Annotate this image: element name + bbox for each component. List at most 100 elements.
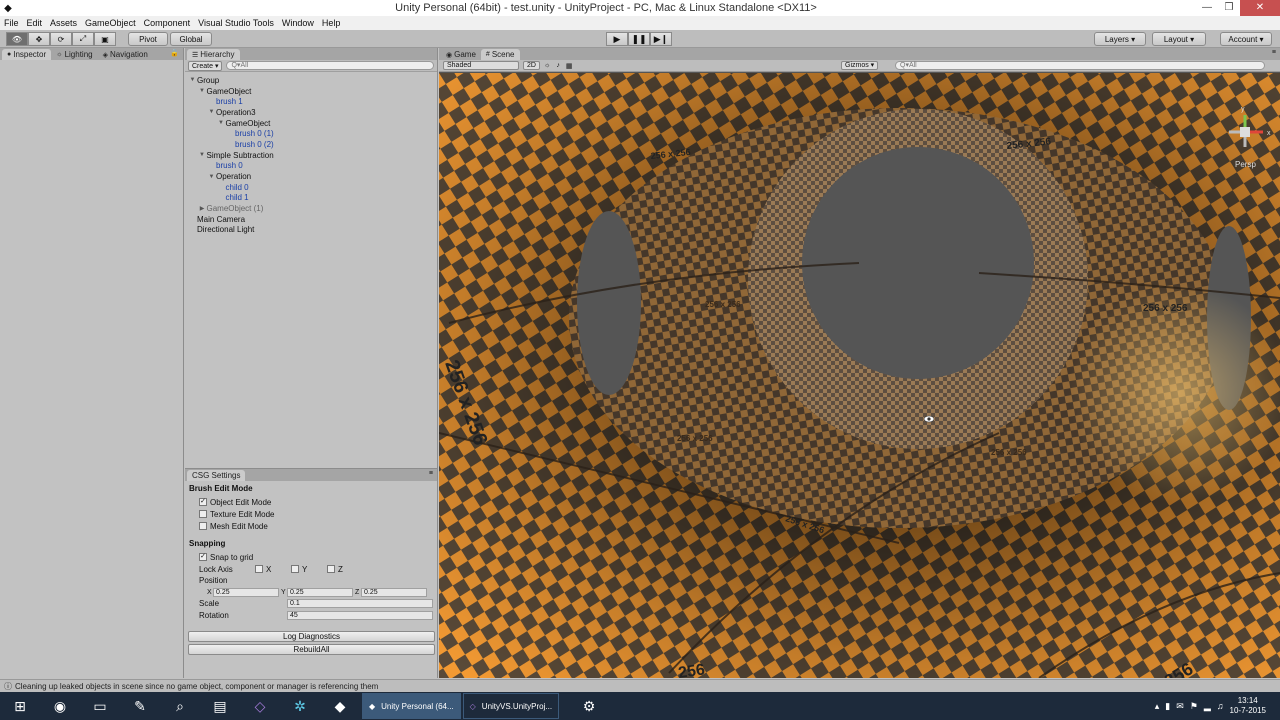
tab-navigation[interactable]: ◈ Navigation: [98, 49, 153, 60]
lighting-toggle-icon[interactable]: ☼: [544, 62, 550, 69]
checkbox-icon[interactable]: [327, 565, 335, 573]
pivot-button[interactable]: Pivot: [128, 32, 168, 46]
utility-app-icon[interactable]: ⚙: [569, 692, 609, 720]
checkbox-checked-icon[interactable]: ✓: [199, 498, 207, 506]
tray-signal-icon[interactable]: ▂: [1204, 701, 1211, 712]
mesh-edit-toggle[interactable]: Mesh Edit Mode: [199, 520, 433, 532]
expand-arrow-icon[interactable]: ▼: [198, 88, 207, 94]
checkbox-icon[interactable]: [199, 522, 207, 530]
layout-dropdown[interactable]: Layout ▾: [1152, 32, 1206, 46]
status-message[interactable]: Cleaning up leaked objects in scene sinc…: [15, 682, 378, 691]
menu-window[interactable]: Window: [282, 18, 314, 28]
hierarchy-item[interactable]: ▼ GameObject: [185, 118, 437, 129]
view-tool-icon[interactable]: 👁: [6, 32, 28, 46]
create-dropdown[interactable]: Create ▾: [188, 60, 223, 71]
play-icon[interactable]: ▶: [606, 32, 628, 46]
global-button[interactable]: Global: [170, 32, 212, 46]
checkbox-icon[interactable]: [291, 565, 299, 573]
scene-search-input[interactable]: Q▾All: [895, 61, 1265, 70]
position-y-field[interactable]: 0.25: [287, 587, 353, 597]
editor-icon[interactable]: ✎: [120, 692, 160, 720]
pause-icon[interactable]: ❚❚: [628, 32, 650, 46]
scale-tool-icon[interactable]: ⤢: [72, 32, 94, 46]
hierarchy-item[interactable]: brush 1: [185, 96, 437, 107]
hierarchy-item[interactable]: ▶ GameObject (1): [185, 203, 437, 214]
expand-arrow-icon[interactable]: ▼: [207, 109, 216, 115]
unity-icon[interactable]: ◆: [320, 692, 360, 720]
lock-z-toggle[interactable]: Z: [327, 565, 363, 574]
start-button-icon[interactable]: ⊞: [0, 692, 40, 720]
rotate-tool-icon[interactable]: ⟳: [50, 32, 72, 46]
maximize-button[interactable]: ❒: [1218, 0, 1240, 16]
menu-vs-tools[interactable]: Visual Studio Tools: [198, 18, 274, 28]
tab-hierarchy[interactable]: ☰ Hierarchy: [187, 49, 240, 60]
menu-file[interactable]: File: [4, 18, 19, 28]
search-tool-icon[interactable]: ⌕: [160, 692, 200, 720]
object-edit-toggle[interactable]: ✓ Object Edit Mode: [199, 496, 433, 508]
menu-component[interactable]: Component: [144, 18, 191, 28]
checkbox-icon[interactable]: [255, 565, 263, 573]
hierarchy-item[interactable]: ▼ GameObject: [185, 86, 437, 97]
taskbar-unityvs-app[interactable]: ◇ UnityVS.UnityProj...: [462, 693, 560, 719]
hierarchy-item[interactable]: brush 0 (1): [185, 128, 437, 139]
account-dropdown[interactable]: Account ▾: [1220, 32, 1272, 46]
panel-menu-icon[interactable]: ≡: [429, 470, 433, 477]
scene-viewport[interactable]: 256 x 256 256 x 256 256 x 256 256 x 256 …: [439, 73, 1280, 678]
chrome-icon[interactable]: ◉: [40, 692, 80, 720]
hierarchy-item[interactable]: ▼ Simple Subtraction: [185, 150, 437, 161]
taskbar-unity-app[interactable]: ◆ Unity Personal (64...: [362, 693, 461, 719]
2d-toggle[interactable]: 2D: [523, 61, 540, 70]
texture-edit-toggle[interactable]: Texture Edit Mode: [199, 508, 433, 520]
network-app-icon[interactable]: ✲: [280, 692, 320, 720]
hierarchy-item[interactable]: brush 0 (2): [185, 139, 437, 150]
taskbar-clock[interactable]: 13:14 10-7-2015: [1230, 696, 1266, 716]
tab-game[interactable]: ◉ Game: [441, 49, 481, 60]
hierarchy-item[interactable]: brush 0: [185, 161, 437, 172]
checkbox-checked-icon[interactable]: ✓: [199, 553, 207, 561]
expand-arrow-icon[interactable]: ▼: [207, 174, 216, 180]
tray-network-icon[interactable]: ▮: [1165, 701, 1170, 712]
lock-x-toggle[interactable]: X: [255, 565, 291, 574]
file-explorer-icon[interactable]: ▭: [80, 692, 120, 720]
tray-flag-icon[interactable]: ⚑: [1190, 701, 1198, 712]
hierarchy-item[interactable]: ▼ Group: [185, 75, 437, 86]
step-icon[interactable]: ▶❙: [650, 32, 672, 46]
minimize-button[interactable]: —: [1196, 0, 1218, 16]
rotation-field[interactable]: 45: [287, 610, 433, 620]
hierarchy-item[interactable]: ▼ Operation: [185, 171, 437, 182]
shading-mode-dropdown[interactable]: Shaded: [443, 61, 519, 70]
lock-y-toggle[interactable]: Y: [291, 565, 327, 574]
snap-to-grid-toggle[interactable]: ✓ Snap to grid: [199, 551, 433, 563]
menu-edit[interactable]: Edit: [27, 18, 43, 28]
panel-menu-icon[interactable]: ≡: [1272, 49, 1276, 56]
rebuild-all-button[interactable]: RebuildAll: [188, 644, 435, 655]
hierarchy-search-input[interactable]: Q▾All: [226, 61, 434, 70]
gizmos-dropdown[interactable]: Gizmos ▾: [841, 61, 879, 70]
log-diagnostics-button[interactable]: Log Diagnostics: [188, 631, 435, 642]
expand-arrow-icon[interactable]: ▼: [217, 120, 226, 126]
tab-scene[interactable]: # Scene: [480, 49, 520, 60]
tray-app-icon[interactable]: ✉: [1176, 701, 1184, 712]
close-button[interactable]: ✕: [1240, 0, 1280, 16]
menu-gameobject[interactable]: GameObject: [85, 18, 136, 28]
hierarchy-item[interactable]: Main Camera: [185, 214, 437, 225]
layers-dropdown[interactable]: Layers ▾: [1094, 32, 1146, 46]
visual-studio-icon[interactable]: ◇: [240, 692, 280, 720]
scale-field[interactable]: 0.1: [287, 599, 433, 609]
tray-up-icon[interactable]: ▴: [1155, 701, 1160, 712]
tab-lighting[interactable]: ☼ Lighting: [51, 49, 97, 60]
lock-icon[interactable]: 🔒: [170, 49, 179, 57]
notepad-icon[interactable]: ▤: [200, 692, 240, 720]
hierarchy-item[interactable]: child 1: [185, 193, 437, 204]
position-x-field[interactable]: 0.25: [213, 587, 279, 597]
menu-help[interactable]: Help: [322, 18, 341, 28]
hierarchy-item[interactable]: Directional Light: [185, 225, 437, 236]
rect-tool-icon[interactable]: ▣: [94, 32, 116, 46]
tray-volume-icon[interactable]: ♫: [1217, 701, 1224, 711]
effects-toggle-icon[interactable]: ▦: [566, 62, 573, 70]
tab-inspector[interactable]: ● Inspector: [2, 49, 52, 60]
tab-csg-settings[interactable]: CSG Settings: [187, 470, 246, 481]
hierarchy-item[interactable]: ▼ Operation3: [185, 107, 437, 118]
position-z-field[interactable]: 0.25: [361, 587, 427, 597]
checkbox-icon[interactable]: [199, 510, 207, 518]
